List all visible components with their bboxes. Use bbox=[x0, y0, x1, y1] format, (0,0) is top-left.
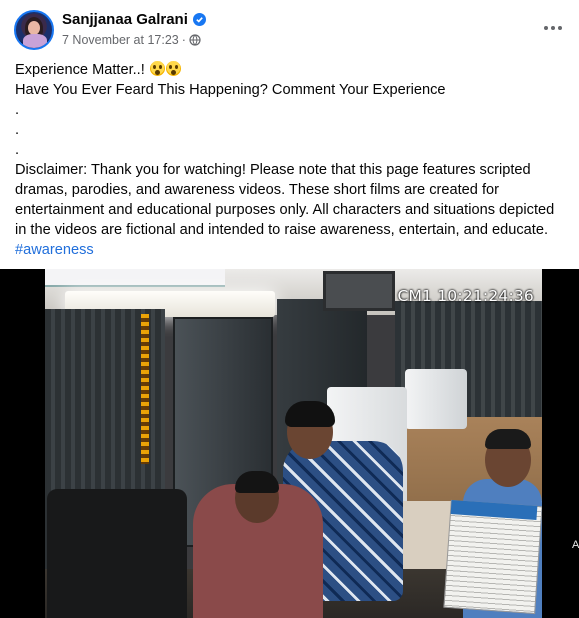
author-name[interactable]: Sanjjanaa Galrani bbox=[62, 11, 188, 28]
hashtag-link[interactable]: #awareness bbox=[15, 242, 94, 258]
post-line: . bbox=[15, 122, 20, 138]
astonished-face-emoji-icon bbox=[165, 61, 181, 76]
post-timestamp[interactable]: 7 November at 17:23 bbox=[62, 33, 179, 47]
verified-badge-icon bbox=[192, 13, 206, 26]
video-frame[interactable]: CM1 10:21:24:36 bbox=[45, 269, 542, 618]
edge-text: A bbox=[572, 539, 579, 551]
post-line: entertainment and educational purposes o… bbox=[15, 202, 555, 218]
post-line: Have You Ever Feard This Happening? Comm… bbox=[15, 82, 446, 98]
more-options-icon[interactable] bbox=[541, 18, 565, 38]
cctv-timestamp-overlay: CM1 10:21:24:36 bbox=[397, 287, 534, 305]
post-line: . bbox=[15, 102, 20, 118]
meta-separator: · bbox=[181, 33, 186, 47]
globe-icon[interactable] bbox=[189, 34, 201, 46]
post-line: dramas, parodies, and awareness videos. … bbox=[15, 182, 499, 198]
post-meta: 7 November at 17:23 · bbox=[62, 33, 201, 47]
post-line: Experience Matter..! bbox=[15, 60, 571, 80]
post-line: . bbox=[15, 142, 20, 158]
author-avatar[interactable] bbox=[14, 10, 54, 50]
astonished-face-emoji-icon bbox=[149, 61, 165, 76]
post-line: in the videos are fictional and intended… bbox=[15, 222, 549, 238]
post-line: Disclaimer: Thank you for watching! Plea… bbox=[15, 162, 531, 178]
video-player[interactable]: CM1 10:21:24:36 A bbox=[0, 269, 579, 618]
post-text: Experience Matter..! Have You Ever Feard… bbox=[15, 60, 571, 260]
post-header: Sanjjanaa Galrani 7 November at 17:23 · bbox=[0, 0, 579, 56]
author-name-row: Sanjjanaa Galrani bbox=[62, 11, 206, 28]
